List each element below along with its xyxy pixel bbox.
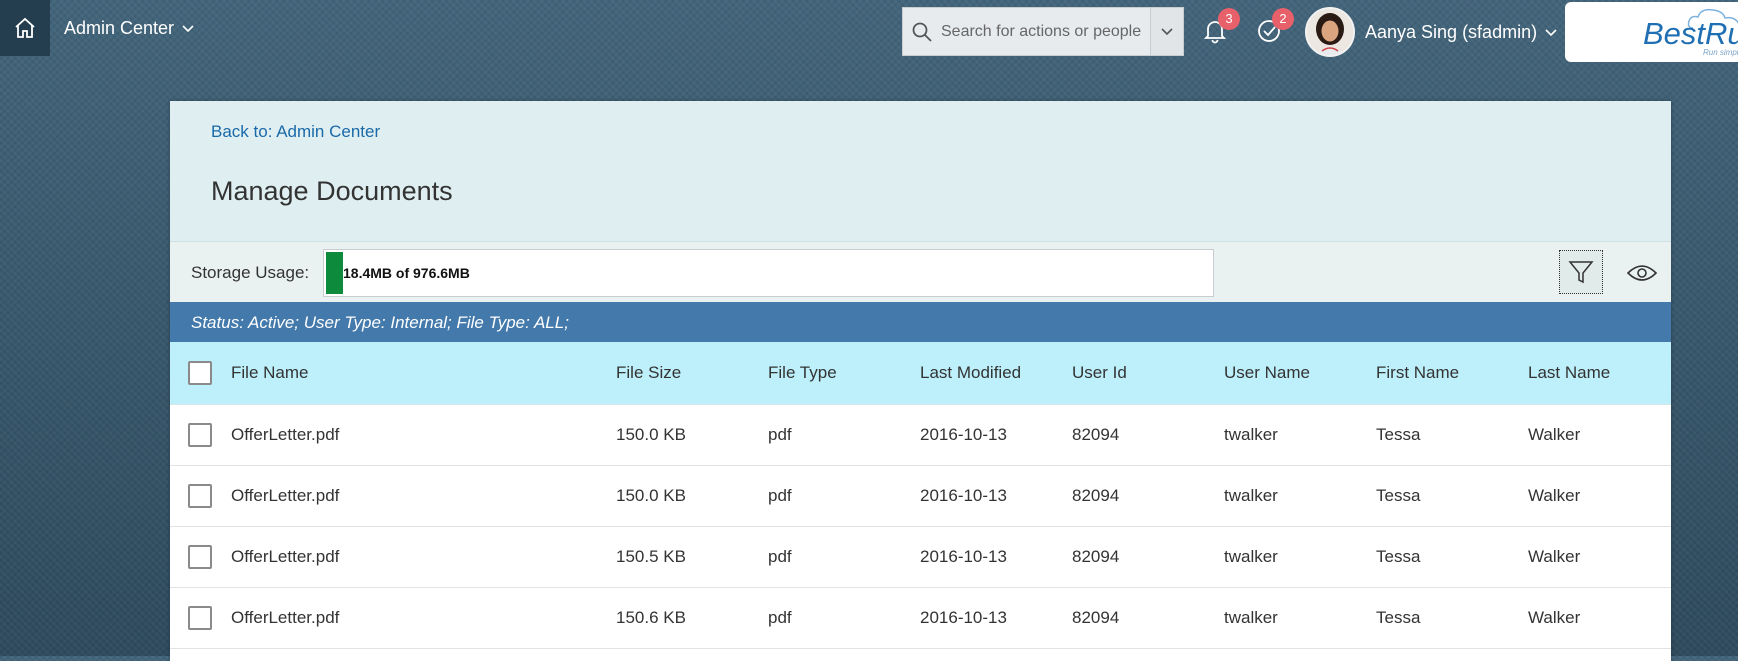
cell-file-type: pdf (768, 486, 792, 505)
chevron-down-icon (182, 24, 194, 32)
storage-usage-fill (326, 252, 343, 294)
cell-file-name: OfferLetter.pdf (231, 486, 340, 505)
global-search (902, 7, 1184, 56)
shell-bar: Admin Center 3 2 (0, 0, 1738, 64)
table-row[interactable]: OfferLetter.pdf 150.0 KB pdf 2016-10-13 … (170, 466, 1671, 527)
cell-user-id: 82094 (1072, 608, 1120, 627)
cell-last-name: Walker (1528, 608, 1581, 627)
user-photo-icon (1307, 9, 1353, 55)
storage-usage-text: 18.4MB of 976.6MB (343, 265, 470, 281)
cell-user-name: twalker (1224, 608, 1278, 627)
view-settings-button[interactable] (1625, 256, 1659, 290)
table-header-row: File Name File Size File Type Last Modif… (170, 342, 1671, 405)
select-all-checkbox[interactable] (188, 361, 212, 385)
documents-table: File Name File Size File Type Last Modif… (170, 342, 1671, 649)
column-header-file-name[interactable]: File Name (231, 363, 308, 383)
cell-first-name: Tessa (1376, 608, 1421, 627)
page-title: Manage Documents (211, 176, 453, 206)
table-row[interactable]: OfferLetter.pdf 150.6 KB pdf 2016-10-13 … (170, 588, 1671, 649)
manage-documents-panel: Back to: Admin Center Manage Documents S… (170, 101, 1671, 661)
todo-badge: 2 (1272, 8, 1294, 30)
storage-label: Storage Usage: (191, 263, 310, 282)
row-checkbox[interactable] (188, 423, 212, 447)
cell-file-size: 150.5 KB (616, 547, 686, 566)
search-input[interactable] (939, 21, 1153, 42)
cell-file-size: 150.0 KB (616, 425, 686, 444)
cell-user-name: twalker (1224, 547, 1278, 566)
column-header-file-type[interactable]: File Type (768, 363, 837, 383)
cell-file-type: pdf (768, 547, 792, 566)
row-checkbox[interactable] (188, 484, 212, 508)
cell-last-name: Walker (1528, 547, 1581, 566)
module-switcher[interactable]: Admin Center (64, 18, 194, 39)
status-filter-text: Status: Active; User Type: Internal; Fil… (191, 313, 569, 332)
cell-last-name: Walker (1528, 425, 1581, 444)
cell-file-name: OfferLetter.pdf (231, 608, 340, 627)
cell-user-id: 82094 (1072, 486, 1120, 505)
chevron-down-icon (1161, 27, 1173, 35)
cell-first-name: Tessa (1376, 425, 1421, 444)
logo-text: BestRu (1643, 16, 1738, 51)
avatar[interactable] (1305, 7, 1355, 57)
back-link[interactable]: Back to: Admin Center (211, 122, 380, 142)
logo-tagline: Run simple (1703, 48, 1738, 57)
row-checkbox[interactable] (188, 606, 212, 630)
cell-file-size: 150.0 KB (616, 486, 686, 505)
column-header-file-size[interactable]: File Size (616, 363, 681, 383)
cell-last-modified: 2016-10-13 (920, 425, 1007, 444)
search-scope-dropdown[interactable] (1150, 8, 1183, 55)
cell-first-name: Tessa (1376, 547, 1421, 566)
cell-last-modified: 2016-10-13 (920, 608, 1007, 627)
cell-user-name: twalker (1224, 425, 1278, 444)
cell-last-modified: 2016-10-13 (920, 486, 1007, 505)
company-logo: BestRu Run simple (1565, 2, 1738, 62)
storage-toolbar: Storage Usage: 18.4MB of 976.6MB (170, 241, 1671, 303)
column-header-last-name[interactable]: Last Name (1528, 363, 1610, 383)
user-menu[interactable]: Aanya Sing (sfadmin) (1365, 22, 1557, 43)
cell-file-type: pdf (768, 608, 792, 627)
column-header-user-id[interactable]: User Id (1072, 363, 1127, 383)
cell-file-type: pdf (768, 425, 792, 444)
table-row[interactable]: OfferLetter.pdf 150.5 KB pdf 2016-10-13 … (170, 527, 1671, 588)
filter-icon (1568, 261, 1594, 284)
cell-user-id: 82094 (1072, 547, 1120, 566)
column-header-user-name[interactable]: User Name (1224, 363, 1310, 383)
cell-file-size: 150.6 KB (616, 608, 686, 627)
storage-usage-bar: 18.4MB of 976.6MB (323, 249, 1214, 297)
notifications-badge: 3 (1218, 8, 1240, 30)
home-icon (15, 17, 35, 38)
cell-file-name: OfferLetter.pdf (231, 425, 340, 444)
cell-file-name: OfferLetter.pdf (231, 547, 340, 566)
home-button[interactable] (0, 0, 50, 56)
todo-button[interactable]: 2 (1256, 8, 1294, 48)
cell-first-name: Tessa (1376, 486, 1421, 505)
filter-button[interactable] (1559, 250, 1603, 294)
chevron-down-icon (1545, 28, 1557, 36)
column-header-first-name[interactable]: First Name (1376, 363, 1459, 383)
eye-icon (1627, 265, 1657, 281)
cell-last-modified: 2016-10-13 (920, 547, 1007, 566)
status-filter-bar: Status: Active; User Type: Internal; Fil… (170, 302, 1671, 342)
module-title-label: Admin Center (64, 18, 175, 38)
column-header-last-modified[interactable]: Last Modified (920, 363, 1021, 383)
page-header: Back to: Admin Center Manage Documents (170, 101, 1671, 241)
row-checkbox[interactable] (188, 545, 212, 569)
search-icon (912, 22, 932, 42)
cell-user-id: 82094 (1072, 425, 1120, 444)
table-row[interactable]: OfferLetter.pdf 150.0 KB pdf 2016-10-13 … (170, 405, 1671, 466)
user-name-label: Aanya Sing (sfadmin) (1365, 22, 1538, 42)
cell-user-name: twalker (1224, 486, 1278, 505)
cell-last-name: Walker (1528, 486, 1581, 505)
notifications-button[interactable]: 3 (1202, 8, 1240, 48)
